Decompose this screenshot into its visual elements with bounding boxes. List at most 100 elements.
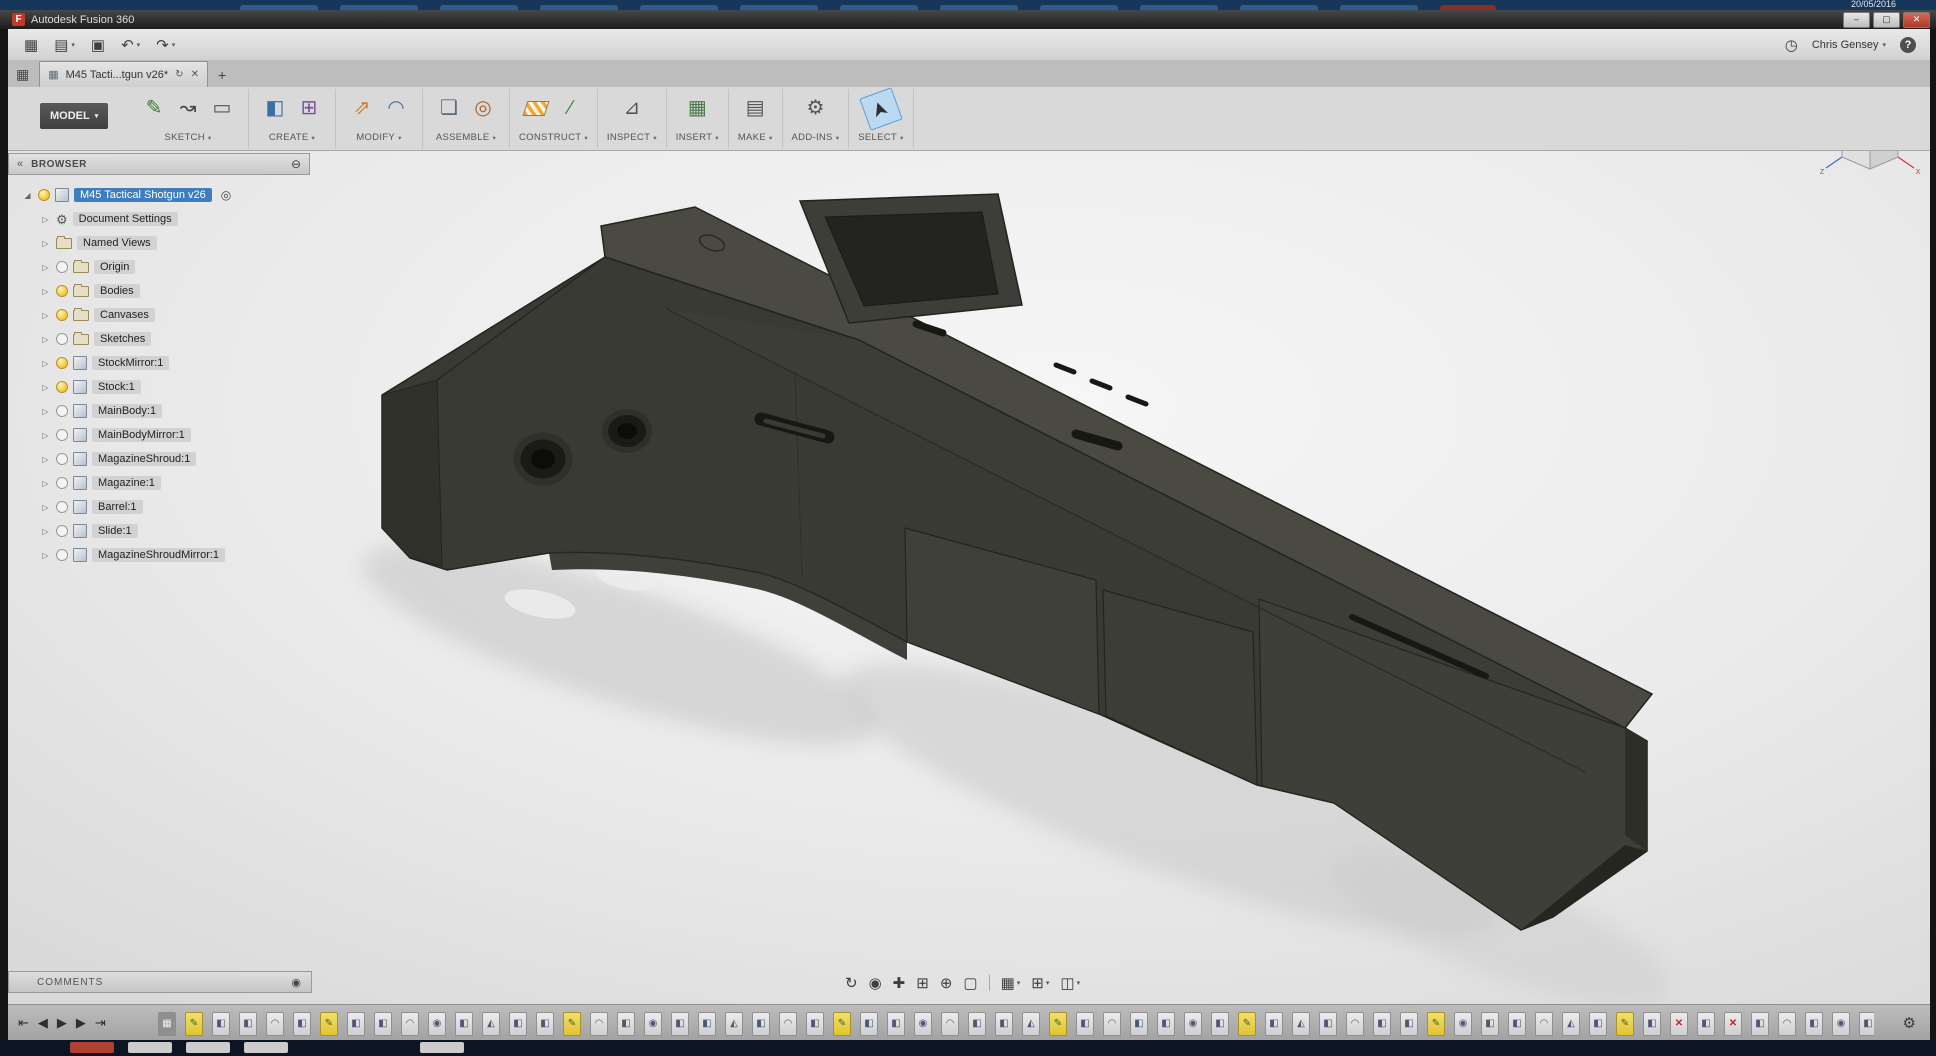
ribbon-group-label-sketch[interactable]: SKETCH ▾ <box>165 132 212 145</box>
timeline-feature-sketch-icon[interactable]: ✎ <box>185 1012 203 1036</box>
collapse-panel-icon[interactable]: « <box>17 158 23 170</box>
new-document-tab-button[interactable]: + <box>218 67 226 83</box>
activate-component-radio[interactable]: ◎ <box>221 188 231 202</box>
help-button[interactable]: ? <box>1900 36 1916 53</box>
workspace-selector[interactable]: MODEL ▾ <box>40 103 109 129</box>
visibility-bulb-icon[interactable] <box>56 261 68 273</box>
timeline-feature-canvas-icon[interactable]: ▦ <box>158 1012 176 1036</box>
fit-icon[interactable]: ▢ <box>963 974 977 992</box>
timeline-feature-hole-icon[interactable]: ◉ <box>428 1012 446 1036</box>
visibility-bulb-icon[interactable] <box>56 477 68 489</box>
timeline-go-to-end-button[interactable]: ⇥ <box>95 1015 106 1031</box>
visibility-bulb-icon[interactable] <box>56 405 68 417</box>
chevron-down-icon[interactable]: ▾ <box>137 41 141 49</box>
expand-arrow-icon[interactable]: ▷ <box>40 527 51 536</box>
timeline-feature-extrude-icon[interactable]: ◧ <box>671 1012 689 1036</box>
expand-arrow-icon[interactable]: ▷ <box>40 383 51 392</box>
timeline-feature-fillet-icon[interactable]: ◠ <box>1346 1012 1364 1036</box>
visibility-bulb-icon[interactable] <box>56 333 68 345</box>
undo-icon[interactable]: ↶ ▾ <box>121 36 140 54</box>
document-tab[interactable]: ▦ M45 Tacti...tgun v26* ↻ ✕ <box>39 61 208 87</box>
expand-arrow-icon[interactable]: ▷ <box>40 215 51 224</box>
timeline-feature-sketch-icon[interactable]: ✎ <box>1616 1012 1634 1036</box>
timeline-feature-mirror-icon[interactable]: ◭ <box>725 1012 743 1036</box>
timeline-feature-extrude-icon[interactable]: ◧ <box>1643 1012 1661 1036</box>
file-menu-icon[interactable]: ▤ ▾ <box>54 36 75 54</box>
taskbar-app-button[interactable] <box>70 1042 114 1053</box>
visibility-bulb-icon[interactable] <box>56 429 68 441</box>
ribbon-group-label-construct[interactable]: CONSTRUCT ▾ <box>519 132 588 145</box>
expand-arrow-icon[interactable]: ▷ <box>40 239 51 248</box>
timeline-feature-fillet-icon[interactable]: ◠ <box>1103 1012 1121 1036</box>
expand-arrow-icon[interactable]: ▷ <box>40 431 51 440</box>
timeline-feature-fillet-icon[interactable]: ◠ <box>941 1012 959 1036</box>
expand-arrow-icon[interactable]: ▷ <box>40 359 51 368</box>
timeline-feature-extrude-icon[interactable]: ◧ <box>698 1012 716 1036</box>
timeline-step-forward-button[interactable]: ▶ <box>76 1015 86 1031</box>
timeline-step-back-button[interactable]: ◀ <box>38 1015 48 1031</box>
ribbon-group-label-insert[interactable]: INSERT ▾ <box>676 132 719 145</box>
expand-arrow-icon[interactable]: ◢ <box>22 191 33 200</box>
timeline-feature-extrude-icon[interactable]: ◧ <box>1805 1012 1823 1036</box>
axis-icon[interactable]: ∕ <box>554 92 586 124</box>
expand-arrow-icon[interactable]: ▷ <box>40 407 51 416</box>
expand-arrow-icon[interactable]: ▷ <box>40 551 51 560</box>
timeline-feature-extrude-icon[interactable]: ◧ <box>1481 1012 1499 1036</box>
panel-minimize-icon[interactable]: ⊖ <box>291 157 301 171</box>
ribbon-group-label-addins[interactable]: ADD-INS ▾ <box>792 132 840 145</box>
timeline-settings-gear-icon[interactable]: ⚙ <box>1903 1014 1916 1032</box>
timeline-feature-extrude-icon[interactable]: ◧ <box>374 1012 392 1036</box>
timeline-feature-extrude-icon[interactable]: ◧ <box>1400 1012 1418 1036</box>
timeline-feature-extrude-icon[interactable]: ◧ <box>1508 1012 1526 1036</box>
visibility-bulb-icon[interactable] <box>56 549 68 561</box>
browser-item-slide-1[interactable]: ▷ Slide:1 <box>40 519 310 543</box>
timeline-feature-extrude-icon[interactable]: ◧ <box>995 1012 1013 1036</box>
timeline-feature-fillet-icon[interactable]: ◠ <box>1778 1012 1796 1036</box>
timeline-feature-hole-icon[interactable]: ◉ <box>644 1012 662 1036</box>
timeline-feature-sketch-icon[interactable]: ✎ <box>1427 1012 1445 1036</box>
timeline-feature-sketch-icon[interactable]: ✎ <box>320 1012 338 1036</box>
timeline-feature-hole-icon[interactable]: ◉ <box>914 1012 932 1036</box>
browser-item-bodies[interactable]: ▷ Bodies <box>40 279 310 303</box>
timeline-feature-extrude-icon[interactable]: ◧ <box>212 1012 230 1036</box>
sketch-create-icon[interactable]: ✎ <box>138 92 170 124</box>
browser-item-stockmirror-1[interactable]: ▷ StockMirror:1 <box>40 351 310 375</box>
visibility-bulb-icon[interactable] <box>56 525 68 537</box>
timeline-feature-extrude-icon[interactable]: ◧ <box>1130 1012 1148 1036</box>
browser-item-document-settings[interactable]: ▷ ⚙ Document Settings <box>40 207 310 231</box>
ribbon-group-label-modify[interactable]: MODIFY ▾ <box>356 132 401 145</box>
browser-item-magazineshroudmirror-1[interactable]: ▷ MagazineShroudMirror:1 <box>40 543 310 567</box>
sync-icon[interactable]: ↻ <box>175 69 183 80</box>
ribbon-group-label-inspect[interactable]: INSPECT ▾ <box>607 132 657 145</box>
timeline-feature-sketch-icon[interactable]: ✎ <box>833 1012 851 1036</box>
look-at-icon[interactable]: ◉ <box>869 974 882 992</box>
timeline-feature-fillet-icon[interactable]: ◠ <box>401 1012 419 1036</box>
expand-arrow-icon[interactable]: ▷ <box>40 479 51 488</box>
timeline-feature-extrude-icon[interactable]: ◧ <box>968 1012 986 1036</box>
expand-arrow-icon[interactable]: ▷ <box>40 455 51 464</box>
timeline-feature-mirror-icon[interactable]: ◭ <box>1022 1012 1040 1036</box>
measure-icon[interactable]: ⊿ <box>616 92 648 124</box>
ribbon-group-label-select[interactable]: SELECT ▾ <box>858 132 903 145</box>
browser-item-mainbody-1[interactable]: ▷ MainBody:1 <box>40 399 310 423</box>
comments-bar[interactable]: COMMENTS ◉ <box>8 971 312 993</box>
timeline-feature-extrude-icon[interactable]: ◧ <box>1211 1012 1229 1036</box>
ribbon-group-label-assemble[interactable]: ASSEMBLE ▾ <box>436 132 496 145</box>
browser-root-component[interactable]: ◢ M45 Tactical Shotgun v26 ◎ <box>22 183 310 207</box>
viewports-menu[interactable]: ◫ ▾ <box>1060 974 1080 992</box>
new-component-icon[interactable]: ❏ <box>433 92 465 124</box>
zoom-icon[interactable]: ⊕ <box>940 974 953 992</box>
insert-canvas-icon[interactable]: ▦ <box>681 92 713 124</box>
timeline-feature-error-icon[interactable]: ✕ <box>1724 1012 1742 1036</box>
taskbar-app-button[interactable] <box>128 1042 172 1053</box>
timeline-feature-fillet-icon[interactable]: ◠ <box>590 1012 608 1036</box>
timeline-feature-extrude-icon[interactable]: ◧ <box>752 1012 770 1036</box>
timeline-feature-extrude-icon[interactable]: ◧ <box>1751 1012 1769 1036</box>
grid-snaps-menu[interactable]: ⊞ ▾ <box>1031 974 1049 992</box>
browser-item-barrel-1[interactable]: ▷ Barrel:1 <box>40 495 310 519</box>
expand-arrow-icon[interactable]: ▷ <box>40 263 51 272</box>
timeline-feature-hole-icon[interactable]: ◉ <box>1184 1012 1202 1036</box>
job-status-clock-icon[interactable]: ◷ <box>1785 36 1798 54</box>
timeline-feature-error-icon[interactable]: ✕ <box>1670 1012 1688 1036</box>
timeline-feature-sketch-icon[interactable]: ✎ <box>1049 1012 1067 1036</box>
